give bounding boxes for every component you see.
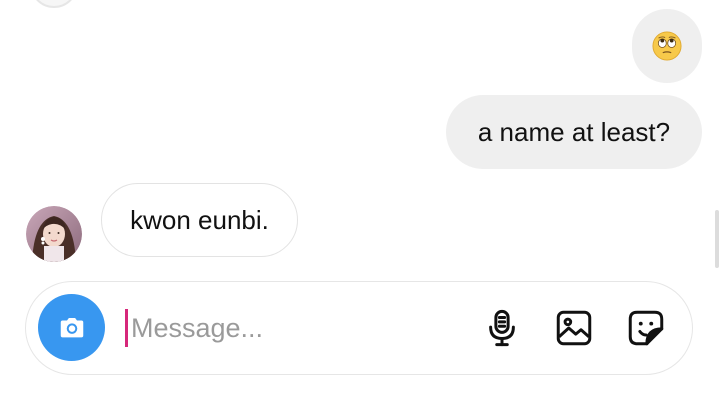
gallery-button[interactable] xyxy=(551,305,597,351)
sent-message-bubble[interactable]: a name at least? xyxy=(446,95,702,169)
message-composer xyxy=(25,281,693,375)
sticker-icon xyxy=(628,310,664,346)
gallery-icon xyxy=(556,310,592,346)
scroll-indicator[interactable] xyxy=(715,210,719,268)
sent-message-text: a name at least? xyxy=(477,116,671,147)
contact-avatar[interactable] xyxy=(26,206,82,262)
camera-button[interactable] xyxy=(38,294,105,361)
received-message-text: kwon eunbi. xyxy=(130,204,269,235)
message-input[interactable] xyxy=(125,307,461,349)
previous-avatar-partial xyxy=(30,0,78,8)
eye-roll-emoji-icon xyxy=(652,31,682,61)
sticker-button[interactable] xyxy=(623,305,669,351)
avatar-photo xyxy=(26,206,82,262)
camera-icon xyxy=(60,317,83,337)
sent-emoji-bubble[interactable]: 🙄 xyxy=(632,9,702,83)
voice-message-button[interactable] xyxy=(479,305,525,351)
microphone-icon xyxy=(489,309,515,347)
received-message-bubble[interactable]: kwon eunbi. xyxy=(101,183,298,257)
